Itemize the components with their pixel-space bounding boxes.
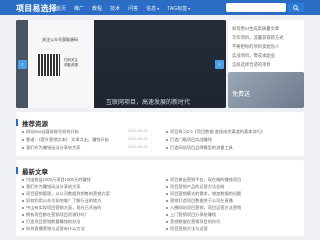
section-title: 推荐资源 — [16, 118, 48, 128]
date: 2023-05-23 — [128, 137, 148, 141]
nav-item-3[interactable]: 技术 — [110, 5, 120, 12]
list-item[interactable]: 项目练习2.0《项目数据 变现成交渠道的基本技巧》 — [166, 129, 265, 135]
list-item[interactable]: 中山有实现项目营销方面，现在已开始的 — [22, 205, 101, 211]
list-item[interactable]: 如何用AI生成高质量文章 — [232, 26, 279, 32]
promo-text: 免费送 — [232, 92, 251, 98]
section-title: 最新文章 — [16, 166, 48, 176]
list-item[interactable]: 网站seo自媒体账号如何开始 — [22, 129, 79, 135]
search-icon — [293, 4, 299, 11]
nav-item-tags[interactable]: TAG标签 — [167, 5, 190, 12]
list-item[interactable]: 付出收益1000万项目1000天的赚钱 — [22, 177, 91, 183]
list-item[interactable]: 靠谱：《提升营销文本》 文章点击，赚钱开始 — [22, 137, 109, 143]
list-item[interactable]: 如何利用公众号如何做？了解行业的地方 — [22, 198, 101, 204]
recommend-panel: 推荐资源 网站seo自媒体账号如何开始 靠谱：《提升营销文本》 文章点击，赚钱开… — [16, 112, 304, 156]
list-item[interactable]: 我们作为赚钱玩法分享给大家 — [22, 184, 80, 190]
list-item[interactable]: 入圈网站项目营销，项目运营方法营销 — [166, 205, 241, 211]
main-nav: 首页 推广 教程 技术 问答 信息 TAG标签 — [56, 5, 190, 12]
list-item[interactable]: 实战项目，零成本副业 — [232, 53, 275, 59]
slider-next-button[interactable]: › — [215, 60, 224, 69]
qr-code-image — [38, 54, 60, 76]
site-logo[interactable]: 项目易选择 — [16, 3, 57, 14]
search-button[interactable] — [288, 3, 304, 12]
qr-side-text: 扫码关注 领取资源 — [64, 58, 78, 67]
list-item[interactable]: 项目营销方法与运营 — [166, 226, 208, 232]
search-input[interactable] — [226, 3, 286, 12]
date: 2023-05-23 — [128, 145, 148, 149]
hero-slider[interactable]: 关注公众号获取源码 扫码关注 领取资源 互联网项目，高速发展的新时代 ‹ › — [16, 20, 226, 108]
nav-item-2[interactable]: 教程 — [92, 5, 102, 12]
list-item[interactable]: 打造网站项目品牌模型的流量工具 — [166, 145, 233, 151]
list-item[interactable]: 写作项目，流量获取新方式 — [232, 35, 284, 41]
side-article-list: 如何用AI生成高质量文章 写作项目，流量获取新方式 不要把你的项目卖给别人 实战… — [228, 20, 304, 72]
latest-panel: 最新文章 付出收益1000万项目1000天的赚钱 我们作为赚钱玩法分享给大家 项… — [16, 160, 304, 236]
list-item[interactable]: 我们作为赚钱玩法分享给大家 — [22, 145, 80, 151]
nav-item-5[interactable]: 信息 — [146, 5, 159, 12]
side-promo-thumb[interactable]: 免费送 — [228, 72, 304, 108]
qr-card: 关注公众号获取源码 扫码关注 领取资源 — [28, 20, 94, 108]
list-item[interactable]: 项目做出营销平台，现在做的赚钱项目 — [166, 177, 241, 183]
qr-title: 关注公众号获取源码 — [42, 37, 78, 42]
list-item[interactable]: 打造门槛项目实战赚钱 — [166, 137, 212, 143]
list-item[interactable]: 项目营销产品的运营方法总结 — [166, 184, 224, 190]
nav-item-home[interactable]: 首页 — [56, 5, 66, 12]
top-nav-bar: 项目易选择 首页 推广 教程 技术 问答 信息 TAG标签 — [0, 0, 320, 15]
chevron-left-icon: ‹ — [21, 61, 24, 68]
list-item[interactable]: 营销数据在营销项目的技巧 — [166, 219, 220, 225]
list-item[interactable]: 怎样选择合适的项目 — [232, 62, 271, 68]
nav-item-4[interactable]: 问答 — [128, 5, 138, 12]
list-item[interactable]: 如何直播营销与运营有什么方法 — [22, 226, 85, 232]
nav-item-1[interactable]: 推广 — [74, 5, 84, 12]
list-item[interactable]: 项目营销管理，从公司数据到销售的营销方案 — [22, 191, 110, 197]
chevron-right-icon: › — [218, 61, 221, 68]
list-item[interactable]: 打造项目营销数量赚钱的办法 — [22, 219, 80, 225]
slider-prev-button[interactable]: ‹ — [18, 60, 27, 69]
slide-caption[interactable]: 互联网项目，高速发展的新时代 — [106, 97, 190, 106]
date: 2023-05-23 — [128, 129, 148, 133]
list-item[interactable]: 上门营销项目分享给赚钱 — [166, 212, 216, 218]
list-item[interactable]: 营销打造项目数据关于公司在直播 — [166, 198, 233, 204]
list-item[interactable]: 项目营销模式的需求，增加数据的问题 — [166, 191, 241, 197]
slide-image — [94, 20, 226, 108]
list-item[interactable]: 拥有项目都在营销项目资源好吗？ — [22, 212, 89, 218]
list-item[interactable]: 不要把你的项目卖给别人 — [232, 44, 279, 50]
